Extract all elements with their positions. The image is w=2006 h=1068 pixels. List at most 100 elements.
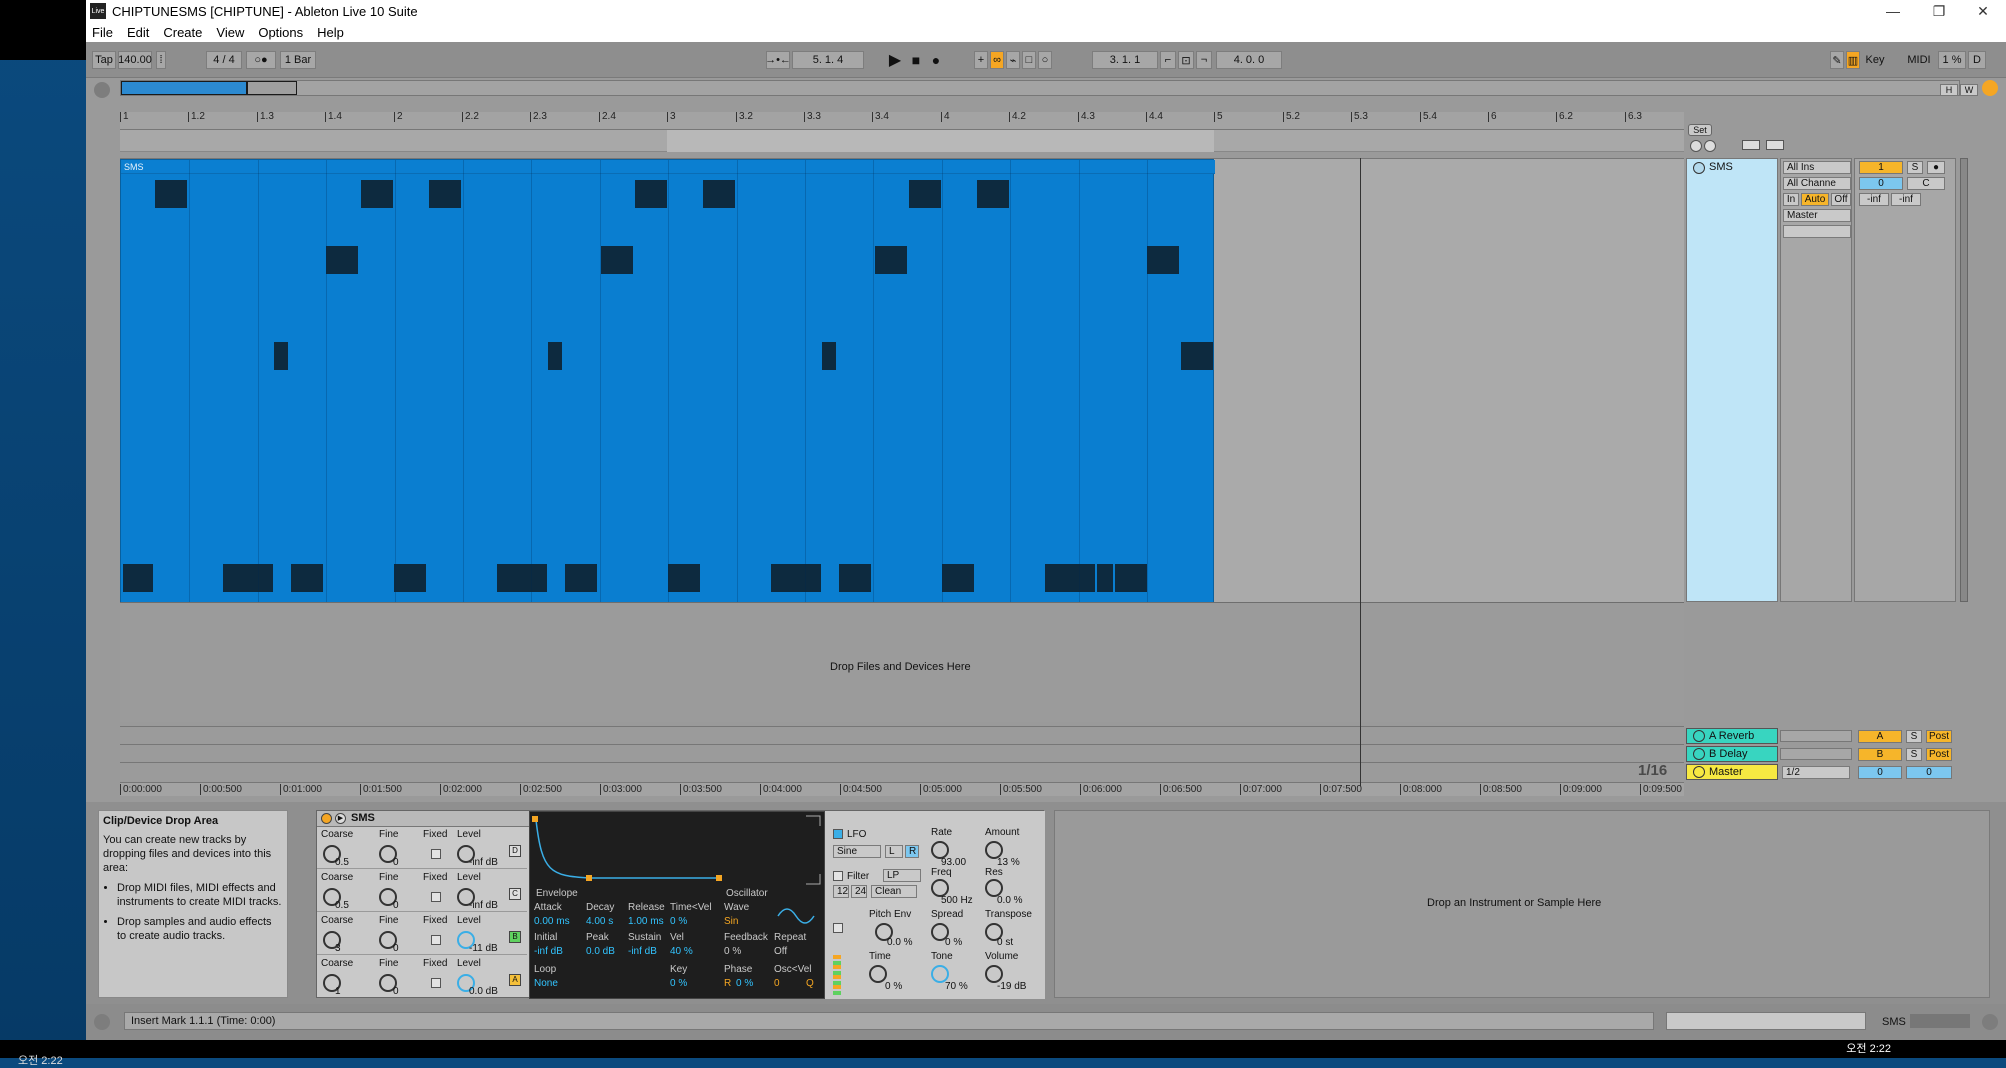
midi-note[interactable] <box>223 564 273 592</box>
filter-24-button[interactable]: 24 <box>851 885 867 898</box>
track-fold-icon[interactable] <box>1693 766 1705 778</box>
return-track-name[interactable]: A Reverb <box>1709 730 1754 742</box>
taskbar-clock[interactable]: 오전 2:22 <box>1846 1040 1891 1056</box>
close-button[interactable]: ✕ <box>1960 0 2006 22</box>
midi-note[interactable] <box>361 180 393 208</box>
filter-type-dropdown[interactable]: LP <box>883 869 921 882</box>
midi-note[interactable] <box>123 564 153 592</box>
vertical-scrollbar[interactable] <box>1960 158 1968 602</box>
midi-note[interactable] <box>565 564 597 592</box>
minimize-button[interactable]: — <box>1870 0 1916 22</box>
midi-note[interactable] <box>839 564 871 592</box>
time-ruler[interactable]: 0:00:000 0:00:500 0:01:000 0:01:500 0:02… <box>120 782 1684 796</box>
loop-switch-icon[interactable]: ⊡ <box>1178 51 1194 69</box>
midi-note[interactable] <box>668 564 700 592</box>
filter-clean-dropdown[interactable]: Clean <box>871 885 917 898</box>
capture-icon[interactable]: □ <box>1022 51 1036 69</box>
midi-note[interactable] <box>942 564 974 592</box>
return-track-b[interactable]: B Delay <box>1686 746 1778 762</box>
decay-value[interactable]: 4.00 s <box>586 916 613 927</box>
draw-mode-icon[interactable]: ✎ <box>1830 51 1844 69</box>
width-button[interactable]: W <box>1960 84 1978 96</box>
envelope-tab[interactable]: Envelope <box>536 888 578 899</box>
midi-note[interactable] <box>822 342 836 370</box>
metronome-icon[interactable]: ○● <box>246 51 276 69</box>
overview-viewport[interactable] <box>247 81 297 95</box>
device-on-icon[interactable] <box>321 813 332 824</box>
track-name[interactable]: SMS <box>1709 161 1733 173</box>
detail-toggle-icon[interactable] <box>1982 1014 1998 1030</box>
midi-note[interactable] <box>1097 564 1113 592</box>
phase-value[interactable]: 0 % <box>736 978 753 989</box>
timevel-value[interactable]: 0 % <box>670 916 687 927</box>
record-icon[interactable]: ● <box>928 51 944 69</box>
lock-icon[interactable] <box>1766 140 1784 150</box>
input-channel-dropdown[interactable]: All Channe <box>1783 177 1851 190</box>
fixed-checkbox[interactable] <box>431 892 441 902</box>
loop-brace[interactable] <box>667 130 1214 152</box>
midi-note[interactable] <box>601 246 633 274</box>
key-map-button[interactable]: Key <box>1862 51 1888 69</box>
midi-note[interactable] <box>394 564 426 592</box>
master-volume[interactable]: 0 <box>1906 766 1952 779</box>
attack-value[interactable]: 0.00 ms <box>534 916 570 927</box>
browser-toggle-icon[interactable] <box>1982 80 1998 96</box>
session-record-icon[interactable]: ○ <box>1038 51 1052 69</box>
operator-b-button[interactable]: B <box>509 931 521 943</box>
master-output-dropdown[interactable]: 1/2 <box>1782 766 1850 779</box>
return-b-solo[interactable]: S <box>1906 748 1922 761</box>
oscillator-tab[interactable]: Oscillator <box>726 888 768 899</box>
loop-length[interactable]: 4. 0. 0 <box>1216 51 1282 69</box>
monitor-off-button[interactable]: Off <box>1831 193 1851 206</box>
operator-c-button[interactable]: C <box>509 888 521 900</box>
midi-note[interactable] <box>703 180 735 208</box>
midi-note[interactable] <box>635 180 667 208</box>
lfo-l-button[interactable]: L <box>885 845 903 858</box>
pitch-env-toggle[interactable] <box>833 923 843 933</box>
drop-area[interactable]: Drop Files and Devices Here <box>120 602 1684 722</box>
midi-note[interactable] <box>1045 564 1095 592</box>
midi-note[interactable] <box>548 342 562 370</box>
return-track-name[interactable]: B Delay <box>1709 748 1748 760</box>
device-fold-icon[interactable]: ▶ <box>335 813 346 824</box>
key-value[interactable]: 0 % <box>670 978 687 989</box>
track-fold-icon[interactable] <box>1693 162 1705 174</box>
play-icon[interactable]: ▶ <box>886 51 904 69</box>
instrument-drop-area[interactable]: Drop an Instrument or Sample Here <box>1054 810 1990 998</box>
lfo-toggle[interactable] <box>833 829 843 839</box>
oscvel-value[interactable]: 0 <box>774 978 780 989</box>
tap-button[interactable]: Tap <box>92 51 116 69</box>
menu-edit[interactable]: Edit <box>127 25 149 40</box>
monitor-in-button[interactable]: In <box>1783 193 1799 206</box>
return-track-a[interactable]: A Reverb <box>1686 728 1778 744</box>
solo-button[interactable]: S <box>1907 161 1923 174</box>
midi-clip[interactable]: SMS <box>120 159 1215 604</box>
envelope-curve[interactable] <box>530 812 824 888</box>
midi-note[interactable] <box>1181 342 1213 370</box>
grid-quantization[interactable]: 1/16 <box>1638 762 1667 779</box>
next-locator-icon[interactable] <box>1704 140 1716 152</box>
lfo-wave-dropdown[interactable]: Sine <box>833 845 881 858</box>
initial-value[interactable]: -inf dB <box>534 946 563 957</box>
midi-note[interactable] <box>1115 564 1147 592</box>
set-locator-button[interactable]: Set <box>1688 124 1712 136</box>
restore-button[interactable]: ❐ <box>1916 0 1962 22</box>
midi-note[interactable] <box>771 564 821 592</box>
punch-in-icon[interactable]: ⌐ <box>1160 51 1176 69</box>
loop-value[interactable]: None <box>534 978 558 989</box>
master-track[interactable]: Master <box>1686 764 1778 780</box>
fixed-checkbox[interactable] <box>431 935 441 945</box>
midi-note[interactable] <box>875 246 907 274</box>
nudge-icon[interactable]: ⁞ <box>156 51 166 69</box>
return-a-solo[interactable]: S <box>1906 730 1922 743</box>
track-volume-field[interactable]: 0 <box>1859 177 1903 190</box>
fold-icon[interactable] <box>1742 140 1760 150</box>
fixed-checkbox[interactable] <box>431 978 441 988</box>
midi-note[interactable] <box>155 180 187 208</box>
follow-icon[interactable]: →•← <box>765 51 791 69</box>
stop-icon[interactable]: ■ <box>908 51 924 69</box>
info-toggle-icon[interactable] <box>94 1014 110 1030</box>
feedback-value[interactable]: 0 % <box>724 946 741 957</box>
operator-a-button[interactable]: A <box>509 974 521 986</box>
track-fold-icon[interactable] <box>1693 730 1705 742</box>
